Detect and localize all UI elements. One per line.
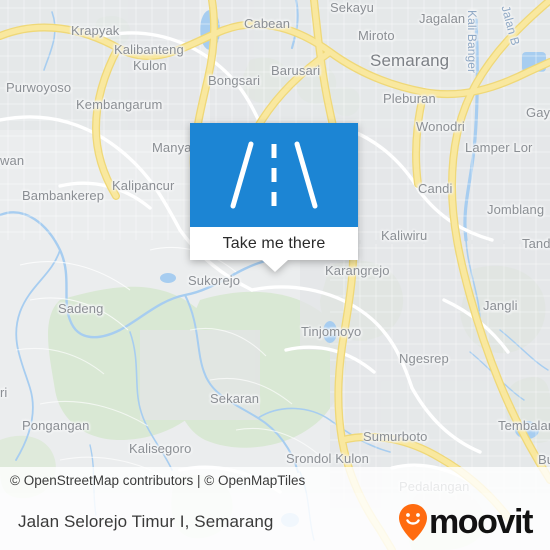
callout-image [190, 123, 358, 227]
location-title: Jalan Selorejo Timur I, Semarang [18, 511, 274, 531]
footer-bar: Jalan Selorejo Timur I, Semarang moovit [0, 493, 550, 550]
attribution-text[interactable]: © OpenStreetMap contributors | © OpenMap… [10, 473, 305, 488]
map-screenshot: Krapyak Cabean Sekayu Miroto Jagalan Semarang… [0, 0, 550, 550]
road-icon [230, 141, 318, 209]
map-callout-bubble[interactable]: Take me there [190, 123, 358, 272]
moovit-smiley-pin-icon [398, 503, 427, 540]
callout-pointer-tip [262, 260, 288, 272]
callout-action-bar[interactable]: Take me there [190, 227, 358, 260]
map-attribution-bar: © OpenStreetMap contributors | © OpenMap… [0, 467, 550, 493]
moovit-logo[interactable]: moovit [398, 502, 533, 541]
take-me-there-label: Take me there [222, 234, 326, 252]
moovit-wordmark: moovit [428, 502, 533, 541]
